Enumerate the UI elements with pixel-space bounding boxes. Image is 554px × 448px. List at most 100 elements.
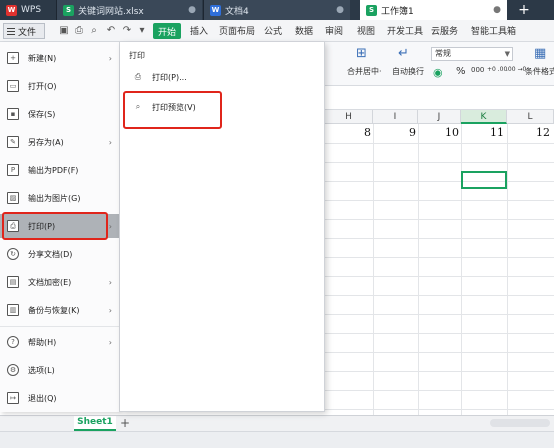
- cell-k1[interactable]: 11: [463, 126, 504, 139]
- ribbon-tab-view[interactable]: 视图: [357, 24, 375, 38]
- ribbon-tab-smart-tools[interactable]: 智能工具箱: [471, 24, 516, 38]
- file-menu-button[interactable]: 文件: [3, 23, 45, 39]
- chevron-right-icon: ›: [108, 277, 112, 287]
- save-icon[interactable]: ▣: [58, 24, 70, 37]
- conditional-format-button[interactable]: 条件格式: [525, 66, 554, 77]
- redo-icon[interactable]: ↷: [121, 24, 133, 37]
- lock-icon: ▤: [7, 276, 19, 288]
- tab-document[interactable]: W 文档4 ●: [203, 0, 350, 20]
- add-sheet-button[interactable]: +: [120, 416, 130, 431]
- print-quick-icon[interactable]: ⎙: [73, 24, 85, 37]
- cell-i1[interactable]: 9: [375, 126, 416, 139]
- ribbon-tab-cloud[interactable]: 云服务: [431, 24, 458, 38]
- close-tab-icon[interactable]: ●: [336, 5, 344, 15]
- ribbon-tab-review[interactable]: 审阅: [325, 24, 343, 38]
- new-file-icon: +: [7, 52, 19, 64]
- column-header-k[interactable]: K: [461, 110, 507, 124]
- file-menu-item-share[interactable]: ↻ 分享文档(D): [0, 242, 119, 266]
- ribbon-tab-data[interactable]: 数据: [295, 24, 313, 38]
- save-icon: ▪: [7, 108, 19, 120]
- print-dialog-label: 打印(P)...: [152, 72, 187, 82]
- quick-access-dropdown-icon[interactable]: ▾: [136, 24, 148, 37]
- file-menu-item-backup[interactable]: ▥ 备份与恢复(K) ›: [0, 298, 119, 322]
- menu-divider: [0, 326, 119, 327]
- file-menu-item-label: 选项(L): [28, 365, 55, 375]
- undo-icon[interactable]: ↶: [105, 24, 117, 37]
- file-menu-item-encrypt[interactable]: ▤ 文档加密(E) ›: [0, 270, 119, 294]
- backup-icon: ▥: [7, 304, 19, 316]
- spreadsheet-file-icon: S: [63, 4, 74, 16]
- file-menu-item-label: 新建(N): [28, 53, 57, 63]
- file-menu-item-label: 帮助(H): [28, 337, 57, 347]
- file-menu-item-label: 输出为PDF(F): [28, 165, 79, 175]
- merge-center-button[interactable]: 合并居中·: [347, 66, 382, 77]
- highlight-box-print: [2, 212, 108, 240]
- increase-decimal-button[interactable]: +0 .00: [487, 66, 507, 73]
- image-export-icon: ▨: [7, 192, 19, 204]
- file-menu-item-options[interactable]: ⚙ 选项(L): [0, 358, 119, 382]
- file-menu-item-save-as[interactable]: ✎ 另存为(A) ›: [0, 130, 119, 154]
- ribbon-tab-start[interactable]: 开始: [153, 23, 181, 39]
- file-menu-item-label: 输出为图片(G): [28, 193, 81, 203]
- chevron-right-icon: ›: [108, 221, 112, 231]
- chevron-right-icon: ›: [108, 137, 112, 147]
- gear-icon: ⚙: [7, 364, 19, 376]
- spreadsheet-file-icon: S: [366, 4, 377, 16]
- selected-cell[interactable]: [461, 171, 507, 189]
- file-menu-item-help[interactable]: ? 帮助(H) ›: [0, 330, 119, 354]
- file-menu-item-export-pdf[interactable]: P 输出为PDF(F): [0, 158, 119, 182]
- decrease-decimal-button[interactable]: .00 →0: [506, 66, 526, 73]
- print-dialog-item[interactable]: ⎙ 打印(P)...: [130, 66, 320, 88]
- file-menu-item-label: 打开(O): [28, 81, 57, 91]
- tab-wps-home[interactable]: W WPS: [0, 0, 58, 20]
- horizontal-scrollbar[interactable]: [490, 419, 550, 427]
- tab-active-workbook[interactable]: S 工作簿1 ●: [360, 0, 507, 20]
- printer-icon: ⎙: [134, 72, 142, 81]
- file-menu-item-open[interactable]: ▭ 打开(O): [0, 74, 119, 98]
- tab-keyword-workbook[interactable]: S 关键词网站.xlsx ●: [56, 0, 202, 20]
- ribbon-tab-insert[interactable]: 插入: [190, 24, 208, 38]
- file-menu-item-new[interactable]: + 新建(N) ›: [0, 46, 119, 70]
- thousands-button[interactable]: 000: [471, 66, 484, 74]
- new-tab-button[interactable]: +: [515, 0, 533, 20]
- share-icon: ↻: [7, 248, 19, 260]
- help-icon: ?: [7, 336, 19, 348]
- ribbon-tab-formulas[interactable]: 公式: [264, 24, 282, 38]
- file-menu-item-save[interactable]: ▪ 保存(S): [0, 102, 119, 126]
- file-menu-item-label: 保存(S): [28, 109, 56, 119]
- chevron-down-icon: ▼: [504, 50, 510, 58]
- column-header-j[interactable]: J: [418, 110, 461, 124]
- file-menu-item-exit[interactable]: ↦ 退出(Q): [0, 386, 119, 410]
- wrap-text-icon[interactable]: ↵: [398, 46, 409, 61]
- wps-logo-icon: W: [6, 4, 17, 16]
- chevron-right-icon: ›: [108, 337, 112, 347]
- column-header-i[interactable]: I: [373, 110, 418, 124]
- file-menu-item-label: 分享文档(D): [28, 249, 73, 259]
- save-as-icon: ✎: [7, 136, 19, 148]
- currency-icon[interactable]: ◉: [433, 66, 443, 79]
- number-format-select[interactable]: 常规 ▼: [431, 47, 513, 61]
- ribbon-tab-developer[interactable]: 开发工具: [387, 24, 423, 38]
- close-tab-icon[interactable]: ●: [188, 5, 196, 15]
- cell-l1[interactable]: 12: [509, 126, 550, 139]
- sheet-tab-sheet1[interactable]: Sheet1: [74, 416, 116, 431]
- submenu-title: 打印: [129, 51, 145, 60]
- ribbon-tab-page-layout[interactable]: 页面布局: [219, 24, 255, 38]
- file-menu-item-label: 文档加密(E): [28, 277, 72, 287]
- preview-quick-icon[interactable]: ⌕: [88, 24, 100, 37]
- close-tab-icon[interactable]: ●: [493, 5, 501, 15]
- cell-j1[interactable]: 10: [420, 126, 459, 139]
- tab-active-workbook-label: 工作簿1: [381, 6, 414, 17]
- column-header-l[interactable]: L: [507, 110, 554, 124]
- cell-h1[interactable]: 8: [330, 126, 371, 139]
- file-menu-item-export-image[interactable]: ▨ 输出为图片(G): [0, 186, 119, 210]
- conditional-format-icon[interactable]: ▦: [534, 46, 546, 61]
- wrap-text-button[interactable]: 自动换行: [392, 66, 424, 77]
- sheet-tab-bar: Sheet1 +: [0, 415, 554, 431]
- percent-button[interactable]: %: [456, 66, 466, 77]
- open-folder-icon: ▭: [7, 80, 19, 92]
- tab-keyword-workbook-label: 关键词网站.xlsx: [78, 6, 144, 17]
- status-bar: [0, 431, 554, 448]
- merge-center-icon[interactable]: ⊞: [356, 46, 367, 61]
- column-header-h[interactable]: H: [325, 110, 373, 124]
